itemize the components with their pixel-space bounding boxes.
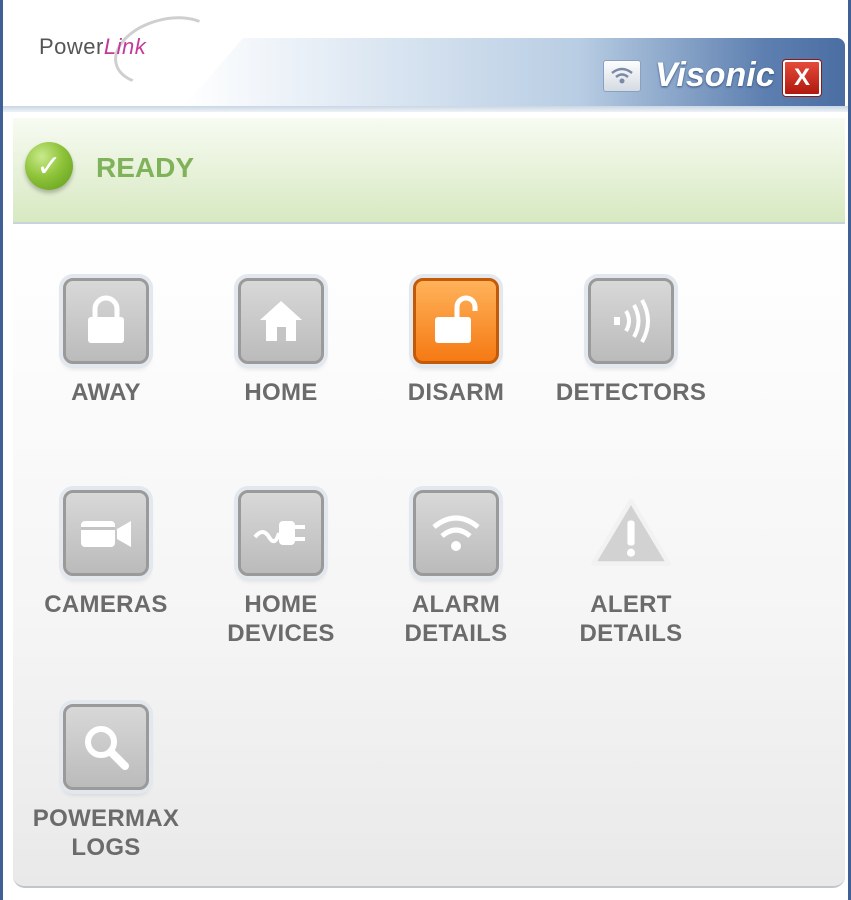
powerlink-logo: PowerLink (39, 34, 146, 60)
logo-text-power: Power (39, 34, 104, 59)
home-label: HOME (244, 379, 318, 406)
powermax-logs-label: POWERMAX LOGS (32, 805, 180, 861)
home-devices-button[interactable]: HOME DEVICES (196, 490, 366, 648)
warning-triangle-icon (588, 490, 674, 576)
main-panel: AWAY HOME DISARM DETECTORS CAMERAS HOME … (13, 226, 845, 888)
disarm-label: DISARM (407, 379, 505, 406)
disarm-button[interactable]: DISARM (371, 278, 541, 407)
away-button[interactable]: AWAY (21, 278, 191, 407)
status-bar: ✓ READY (13, 118, 845, 224)
home-button[interactable]: HOME (196, 278, 366, 407)
alarm-details-label: ALARM DETAILS (404, 591, 508, 647)
header-divider (3, 106, 848, 112)
house-icon (238, 278, 324, 364)
cameras-label: CAMERAS (44, 591, 168, 618)
wifi-icon (413, 490, 499, 576)
close-button[interactable]: X (783, 60, 821, 96)
plug-icon (238, 490, 324, 576)
alert-details-button[interactable]: ALERT DETAILS (546, 490, 716, 648)
alert-details-label: ALERT DETAILS (579, 591, 683, 647)
lock-icon (63, 278, 149, 364)
powermax-logs-button[interactable]: POWERMAX LOGS (21, 704, 191, 862)
magnifier-icon (63, 704, 149, 790)
detectors-button[interactable]: DETECTORS (546, 278, 716, 407)
visonic-brand: Visonic (655, 56, 775, 94)
sensor-waves-icon (588, 278, 674, 364)
away-label: AWAY (71, 379, 141, 406)
header: PowerLink Visonic X (3, 0, 848, 120)
alarm-details-button[interactable]: ALARM DETAILS (371, 490, 541, 648)
logo-text-link: Link (103, 34, 147, 59)
status-label: READY (96, 152, 195, 183)
wireless-button[interactable] (603, 60, 641, 92)
home-devices-label: HOME DEVICES (227, 591, 335, 647)
wifi-icon (611, 67, 633, 84)
ready-check-icon: ✓ (25, 142, 73, 190)
cameras-button[interactable]: CAMERAS (21, 490, 191, 619)
video-camera-icon (63, 490, 149, 576)
unlock-icon (413, 278, 499, 364)
detectors-label: DETECTORS (555, 379, 707, 406)
